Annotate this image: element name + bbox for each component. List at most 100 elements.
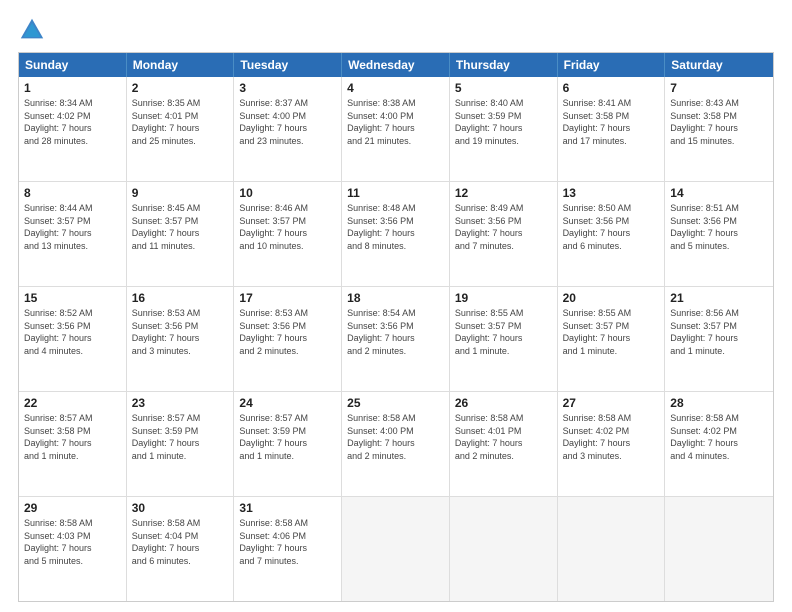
calendar: SundayMondayTuesdayWednesdayThursdayFrid… — [18, 52, 774, 602]
day-number: 22 — [24, 396, 121, 410]
day-cell-17: 17Sunrise: 8:53 AM Sunset: 3:56 PM Dayli… — [234, 287, 342, 391]
day-info: Sunrise: 8:40 AM Sunset: 3:59 PM Dayligh… — [455, 97, 552, 147]
day-number: 29 — [24, 501, 121, 515]
day-cell-5: 5 Sunrise: 8:40 AM Sunset: 3:59 PM Daylig… — [450, 77, 558, 181]
day-cell-20: 20 Sunrise: 8:55 AM Sunset: 3:57 PM Dayli… — [558, 287, 666, 391]
day-number: 4 — [347, 81, 444, 95]
day-cell-16: 16 Sunrise: 8:53 AM Sunset: 3:56 PM Dayli… — [127, 287, 235, 391]
day-info: Sunrise: 8:53 AM Sunset: 3:56 PM Dayligh… — [132, 307, 229, 357]
empty-cell — [558, 497, 666, 601]
day-number: 1 — [24, 81, 121, 95]
day-cell-1: 1 Sunrise: 8:34 AM Sunset: 4:02 PM Daylig… — [19, 77, 127, 181]
day-info: Sunrise: 8:58 AM Sunset: 4:02 PM Dayligh… — [670, 412, 768, 462]
day-number: 26 — [455, 396, 552, 410]
header-day-sunday: Sunday — [19, 53, 127, 77]
day-info: Sunrise: 8:56 AM Sunset: 3:57 PM Dayligh… — [670, 307, 768, 357]
day-number: 20 — [563, 291, 660, 305]
day-number: 19 — [455, 291, 552, 305]
day-cell-18: 18Sunrise: 8:54 AM Sunset: 3:56 PM Dayli… — [342, 287, 450, 391]
day-info: Sunrise: 8:55 AM Sunset: 3:57 PM Dayligh… — [563, 307, 660, 357]
day-cell-3: 3 Sunrise: 8:37 AM Sunset: 4:00 PM Daylig… — [234, 77, 342, 181]
day-info: Sunrise: 8:51 AM Sunset: 3:56 PM Dayligh… — [670, 202, 768, 252]
day-cell-21: 21 Sunrise: 8:56 AM Sunset: 3:57 PM Dayli… — [665, 287, 773, 391]
header-day-wednesday: Wednesday — [342, 53, 450, 77]
day-number: 31 — [239, 501, 336, 515]
day-info: Sunrise: 8:55 AM Sunset: 3:57 PM Dayligh… — [455, 307, 552, 357]
calendar-body: 1 Sunrise: 8:34 AM Sunset: 4:02 PM Daylig… — [19, 77, 773, 601]
day-number: 27 — [563, 396, 660, 410]
day-number: 6 — [563, 81, 660, 95]
day-info: Sunrise: 8:53 AM Sunset: 3:56 PM Dayligh… — [239, 307, 336, 357]
day-cell-23: 23Sunrise: 8:57 AM Sunset: 3:59 PM Dayli… — [127, 392, 235, 496]
day-number: 11 — [347, 186, 444, 200]
day-info: Sunrise: 8:44 AM Sunset: 3:57 PM Dayligh… — [24, 202, 121, 252]
day-info: Sunrise: 8:38 AM Sunset: 4:00 PM Dayligh… — [347, 97, 444, 147]
day-cell-19: 19 Sunrise: 8:55 AM Sunset: 3:57 PM Dayli… — [450, 287, 558, 391]
header-day-thursday: Thursday — [450, 53, 558, 77]
day-number: 30 — [132, 501, 229, 515]
day-cell-26: 26 Sunrise: 8:58 AM Sunset: 4:01 PM Dayli… — [450, 392, 558, 496]
day-cell-25: 25 Sunrise: 8:58 AM Sunset: 4:00 PM Dayli… — [342, 392, 450, 496]
day-info: Sunrise: 8:50 AM Sunset: 3:56 PM Dayligh… — [563, 202, 660, 252]
header — [18, 16, 774, 44]
day-info: Sunrise: 8:35 AM Sunset: 4:01 PM Dayligh… — [132, 97, 229, 147]
day-cell-30: 30 Sunrise: 8:58 AM Sunset: 4:04 PM Dayli… — [127, 497, 235, 601]
empty-cell — [450, 497, 558, 601]
day-number: 28 — [670, 396, 768, 410]
day-cell-2: 2 Sunrise: 8:35 AM Sunset: 4:01 PM Daylig… — [127, 77, 235, 181]
day-info: Sunrise: 8:43 AM Sunset: 3:58 PM Dayligh… — [670, 97, 768, 147]
day-cell-24: 24Sunrise: 8:57 AM Sunset: 3:59 PM Dayli… — [234, 392, 342, 496]
day-cell-14: 14 Sunrise: 8:51 AM Sunset: 3:56 PM Dayli… — [665, 182, 773, 286]
day-info: Sunrise: 8:58 AM Sunset: 4:00 PM Dayligh… — [347, 412, 444, 462]
day-number: 2 — [132, 81, 229, 95]
page: SundayMondayTuesdayWednesdayThursdayFrid… — [0, 0, 792, 612]
day-info: Sunrise: 8:58 AM Sunset: 4:03 PM Dayligh… — [24, 517, 121, 567]
header-day-saturday: Saturday — [665, 53, 773, 77]
day-number: 13 — [563, 186, 660, 200]
day-cell-28: 28 Sunrise: 8:58 AM Sunset: 4:02 PM Dayli… — [665, 392, 773, 496]
empty-cell — [665, 497, 773, 601]
calendar-row-4: 22Sunrise: 8:57 AM Sunset: 3:58 PM Dayli… — [19, 391, 773, 496]
day-info: Sunrise: 8:52 AM Sunset: 3:56 PM Dayligh… — [24, 307, 121, 357]
day-cell-7: 7 Sunrise: 8:43 AM Sunset: 3:58 PM Daylig… — [665, 77, 773, 181]
day-number: 25 — [347, 396, 444, 410]
day-info: Sunrise: 8:58 AM Sunset: 4:04 PM Dayligh… — [132, 517, 229, 567]
day-info: Sunrise: 8:41 AM Sunset: 3:58 PM Dayligh… — [563, 97, 660, 147]
calendar-row-2: 8 Sunrise: 8:44 AM Sunset: 3:57 PM Daylig… — [19, 181, 773, 286]
day-number: 3 — [239, 81, 336, 95]
calendar-row-1: 1 Sunrise: 8:34 AM Sunset: 4:02 PM Daylig… — [19, 77, 773, 181]
day-number: 7 — [670, 81, 768, 95]
day-cell-27: 27 Sunrise: 8:58 AM Sunset: 4:02 PM Dayli… — [558, 392, 666, 496]
header-day-friday: Friday — [558, 53, 666, 77]
day-info: Sunrise: 8:34 AM Sunset: 4:02 PM Dayligh… — [24, 97, 121, 147]
empty-cell — [342, 497, 450, 601]
day-info: Sunrise: 8:48 AM Sunset: 3:56 PM Dayligh… — [347, 202, 444, 252]
day-info: Sunrise: 8:54 AM Sunset: 3:56 PM Dayligh… — [347, 307, 444, 357]
day-cell-12: 12 Sunrise: 8:49 AM Sunset: 3:56 PM Dayli… — [450, 182, 558, 286]
day-number: 5 — [455, 81, 552, 95]
day-info: Sunrise: 8:58 AM Sunset: 4:02 PM Dayligh… — [563, 412, 660, 462]
calendar-row-5: 29 Sunrise: 8:58 AM Sunset: 4:03 PM Dayli… — [19, 496, 773, 601]
day-info: Sunrise: 8:49 AM Sunset: 3:56 PM Dayligh… — [455, 202, 552, 252]
day-number: 12 — [455, 186, 552, 200]
day-info: Sunrise: 8:58 AM Sunset: 4:06 PM Dayligh… — [239, 517, 336, 567]
day-number: 8 — [24, 186, 121, 200]
day-number: 15 — [24, 291, 121, 305]
day-number: 14 — [670, 186, 768, 200]
day-info: Sunrise: 8:37 AM Sunset: 4:00 PM Dayligh… — [239, 97, 336, 147]
day-cell-11: 11 Sunrise: 8:48 AM Sunset: 3:56 PM Dayli… — [342, 182, 450, 286]
day-info: Sunrise: 8:57 AM Sunset: 3:59 PM Dayligh… — [132, 412, 229, 462]
day-cell-13: 13 Sunrise: 8:50 AM Sunset: 3:56 PM Dayli… — [558, 182, 666, 286]
day-info: Sunrise: 8:45 AM Sunset: 3:57 PM Dayligh… — [132, 202, 229, 252]
day-info: Sunrise: 8:58 AM Sunset: 4:01 PM Dayligh… — [455, 412, 552, 462]
day-cell-9: 9Sunrise: 8:45 AM Sunset: 3:57 PM Daylig… — [127, 182, 235, 286]
calendar-header: SundayMondayTuesdayWednesdayThursdayFrid… — [19, 53, 773, 77]
day-number: 21 — [670, 291, 768, 305]
day-cell-8: 8 Sunrise: 8:44 AM Sunset: 3:57 PM Daylig… — [19, 182, 127, 286]
day-cell-6: 6 Sunrise: 8:41 AM Sunset: 3:58 PM Daylig… — [558, 77, 666, 181]
day-number: 16 — [132, 291, 229, 305]
day-cell-10: 10Sunrise: 8:46 AM Sunset: 3:57 PM Dayli… — [234, 182, 342, 286]
header-day-monday: Monday — [127, 53, 235, 77]
header-day-tuesday: Tuesday — [234, 53, 342, 77]
calendar-row-3: 15 Sunrise: 8:52 AM Sunset: 3:56 PM Dayli… — [19, 286, 773, 391]
